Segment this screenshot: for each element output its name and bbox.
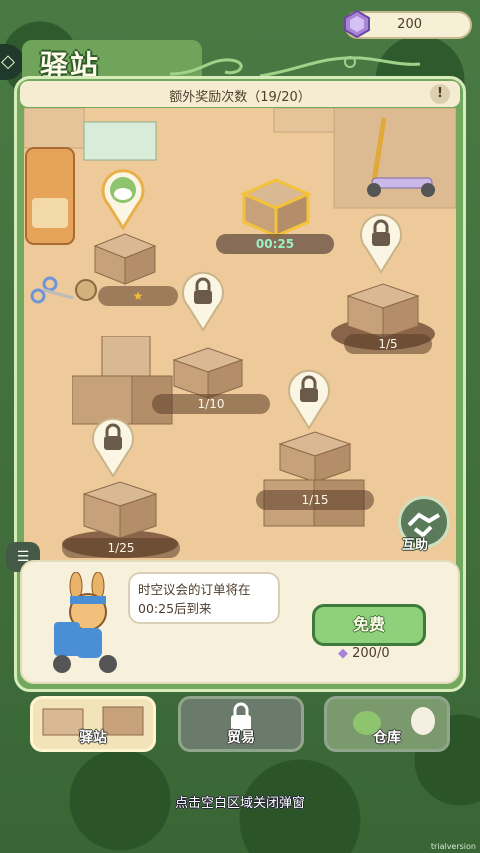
lock-pin-icon[interactable] <box>358 212 404 274</box>
bonus-counter-text: 额外奖励次数（19/20） <box>169 90 311 105</box>
rabbit-courier-avatar <box>53 572 117 673</box>
lock-pin-icon[interactable] <box>286 368 332 430</box>
cost-value: 200/0 <box>352 646 390 661</box>
slot-timer-label: 00:25 <box>216 234 334 254</box>
slot-box-15[interactable] <box>260 430 370 530</box>
scooter-icon <box>367 117 435 197</box>
tab-trade[interactable]: 贸易 <box>178 696 304 752</box>
watermark: trialversion <box>430 842 476 851</box>
tab-warehouse-label: 仓库 <box>373 730 401 746</box>
info-icon[interactable]: ! <box>430 84 450 104</box>
close-hint: 点击空白区域关闭弹窗 <box>174 796 305 811</box>
star-icon: ★ <box>132 289 144 303</box>
help-label: 互助 <box>402 538 429 553</box>
order-message-bubble: 时空议会的订单将在00:25后到来 <box>128 572 280 624</box>
lock-pin-icon[interactable] <box>180 270 226 332</box>
slot-bar-1: ★ <box>98 286 178 306</box>
free-button[interactable]: 免费 <box>312 604 426 646</box>
slot-box-timer[interactable] <box>238 174 314 238</box>
bonus-counter-bar: 额外奖励次数（19/20） ! <box>20 81 460 107</box>
bag-icon <box>25 147 75 245</box>
gem-icon: ◆ <box>338 646 348 661</box>
scissors-icon <box>30 276 97 304</box>
tab-station-label: 驿站 <box>79 730 107 746</box>
slot-label-5: 1/5 <box>344 334 432 354</box>
slot-box-1[interactable] <box>90 226 160 286</box>
chevron-left-icon: ◇ <box>1 51 15 72</box>
currency-display: 200 <box>344 9 472 39</box>
lock-pin-icon[interactable] <box>90 416 136 478</box>
slot-label-25: 1/25 <box>62 538 180 558</box>
cost-display: ◆ 200/0 <box>338 646 390 661</box>
slot-label-10: 1/10 <box>152 394 270 414</box>
tab-trade-label: 贸易 <box>227 730 255 746</box>
tab-warehouse[interactable]: 仓库 <box>324 696 450 752</box>
gem-icon <box>344 9 370 39</box>
currency-value: 200 <box>397 17 422 32</box>
tab-station[interactable]: 驿站 <box>30 696 156 752</box>
seedling-pin-icon[interactable] <box>100 168 146 230</box>
slot-label-15: 1/15 <box>256 490 374 510</box>
